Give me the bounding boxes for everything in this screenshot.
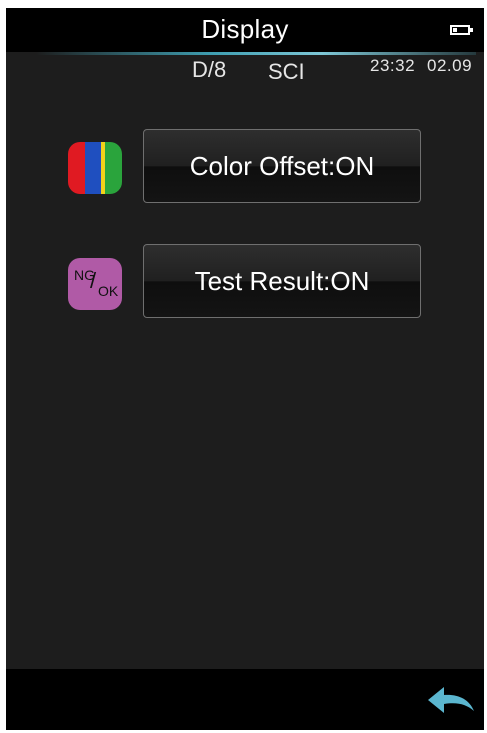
- page-title: Display: [201, 14, 289, 44]
- title-bar: Display: [6, 8, 484, 52]
- slash-label: /: [90, 268, 97, 293]
- battery-icon: [450, 25, 473, 35]
- status-row: D/8 SCI 23:32 02.09: [6, 56, 484, 84]
- ng-ok-icon: NG / OK: [68, 258, 122, 310]
- back-arrow-icon[interactable]: [426, 683, 476, 717]
- measurement-geometry: D/8: [192, 57, 227, 82]
- color-offset-icon: [68, 142, 122, 194]
- header-divider: [36, 52, 476, 55]
- test-result-button[interactable]: Test Result:ON: [143, 244, 421, 318]
- bottom-bar: [6, 669, 484, 730]
- specular-mode: SCI: [268, 59, 305, 84]
- ok-label: OK: [98, 283, 119, 299]
- clock-time: 23:32: [370, 56, 416, 75]
- device-screen: Display D/8 SCI 23:32 02.09 Color Offset…: [6, 8, 484, 730]
- color-offset-button[interactable]: Color Offset:ON: [143, 129, 421, 203]
- clock-date: 02.09: [427, 56, 473, 75]
